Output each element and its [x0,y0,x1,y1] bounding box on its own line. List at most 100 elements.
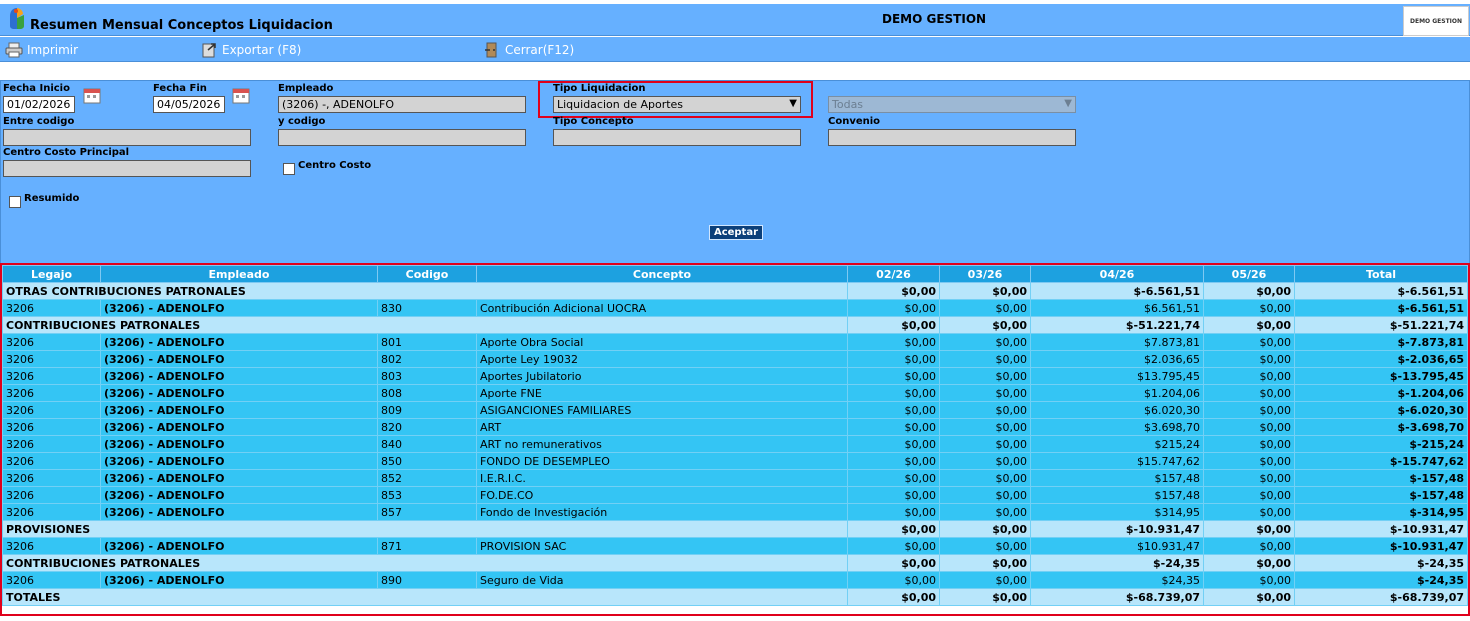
column-header[interactable]: Total [1294,265,1468,283]
total-cell: $-215,24 [1294,435,1468,453]
month-cell: $0,00 [1203,401,1295,419]
convenio-input[interactable] [828,129,1076,146]
table-row[interactable]: 3206 (3206) - ADENOLFO 852 I.E.R.I.C. $0,00 $… [2,469,1468,487]
codigo-cell: 890 [377,571,477,589]
legajo-cell: 3206 [2,384,101,402]
concepto-cell: Aportes Jubilatorio [476,367,848,385]
table-row[interactable]: 3206 (3206) - ADENOLFO 820 ART $0,00 $0,00 $3.… [2,418,1468,436]
fecha-inicio-input[interactable] [3,96,75,113]
codigo-cell: 871 [377,537,477,555]
empleado-cell: (3206) - ADENOLFO [100,571,378,589]
table-row[interactable]: 3206 (3206) - ADENOLFO 809 ASIGANCIONES FAM… [2,401,1468,419]
month-cell: $0,00 [939,367,1031,385]
column-header[interactable]: Concepto [476,265,848,283]
total-cell: $-51.221,74 [1294,316,1468,334]
group-row[interactable]: PROVISIONES $0,00 $0,00 $-10.931,47 $0,00 $-1… [2,520,1468,538]
group-label-cell: CONTRIBUCIONES PATRONALES [2,554,848,572]
total-cell: $-24,35 [1294,571,1468,589]
month-cell: $0,00 [1203,333,1295,351]
table-row[interactable]: 3206 (3206) - ADENOLFO 853 FO.DE.CO $0,00 $0,… [2,486,1468,504]
month-cell: $0,00 [939,571,1031,589]
month-cell: $-51.221,74 [1030,316,1204,334]
close-button[interactable]: Cerrar(F12) [483,40,574,60]
month-cell: $1.204,06 [1030,384,1204,402]
month-cell: $0,00 [847,282,940,300]
month-cell: $0,00 [939,537,1031,555]
table-row[interactable]: 3206 (3206) - ADENOLFO 801 Aporte Obra Soci… [2,333,1468,351]
table-row[interactable]: 3206 (3206) - ADENOLFO 803 Aportes Jubilato… [2,367,1468,385]
group-row[interactable]: CONTRIBUCIONES PATRONALES $0,00 $0,00 $-51.… [2,316,1468,334]
month-cell: $0,00 [847,554,940,572]
month-cell: $0,00 [847,520,940,538]
total-cell: $-2.036,65 [1294,350,1468,368]
centro-costo-checkbox[interactable] [283,163,295,175]
group-row[interactable]: OTRAS CONTRIBUCIONES PATRONALES $0,00 $0,0… [2,282,1468,300]
todas-select: Todas ▼ [828,96,1076,113]
y-codigo-input[interactable] [278,129,526,146]
column-header[interactable]: 04/26 [1030,265,1204,283]
brand-logo: DEMO GESTION [1403,6,1469,36]
table-row[interactable]: 3206 (3206) - ADENOLFO 830 Contribución Adi… [2,299,1468,317]
codigo-cell: 802 [377,350,477,368]
table-row[interactable]: 3206 (3206) - ADENOLFO 871 PROVISION SAC $0,… [2,537,1468,555]
group-label-cell: PROVISIONES [2,520,848,538]
column-header[interactable]: 03/26 [939,265,1031,283]
totals-row[interactable]: TOTALES $0,00 $0,00 $-68.739,07 $0,00 $-68.73… [2,588,1468,606]
window-title: Resumen Mensual Conceptos Liquidacion [30,18,333,33]
month-cell: $0,00 [939,588,1031,606]
column-header[interactable]: 02/26 [847,265,940,283]
print-button[interactable]: Imprimir [5,40,78,60]
total-cell: $-6.561,51 [1294,282,1468,300]
total-cell: $-10.931,47 [1294,520,1468,538]
legajo-cell: 3206 [2,299,101,317]
calendar-icon[interactable] [230,85,252,105]
column-header[interactable]: 05/26 [1203,265,1295,283]
fecha-fin-input[interactable] [153,96,225,113]
empleado-cell: (3206) - ADENOLFO [100,401,378,419]
empleado-input[interactable] [278,96,526,113]
toolbar: Imprimir Exportar (F8) Cerrar(F12) [0,37,1470,62]
month-cell: $7.873,81 [1030,333,1204,351]
total-cell: $-7.873,81 [1294,333,1468,351]
column-header[interactable]: Empleado [100,265,378,283]
column-header[interactable]: Codigo [377,265,477,283]
codigo-cell: 808 [377,384,477,402]
month-cell: $0,00 [939,316,1031,334]
empleado-cell: (3206) - ADENOLFO [100,435,378,453]
codigo-cell: 820 [377,418,477,436]
concepto-cell: Fondo de Investigación [476,503,848,521]
tipo-concepto-input[interactable] [553,129,801,146]
calendar-icon[interactable] [81,85,103,105]
month-cell: $215,24 [1030,435,1204,453]
close-label: Cerrar(F12) [505,43,575,57]
centro-costo-principal-input[interactable] [3,160,251,177]
month-cell: $0,00 [939,333,1031,351]
table-row[interactable]: 3206 (3206) - ADENOLFO 840 ART no remunerat… [2,435,1468,453]
entre-codigo-input[interactable] [3,129,251,146]
table-row[interactable]: 3206 (3206) - ADENOLFO 857 Fondo de Investi… [2,503,1468,521]
empleado-cell: (3206) - ADENOLFO [100,452,378,470]
resumido-checkbox[interactable] [9,196,21,208]
month-cell: $0,00 [847,299,940,317]
table-row[interactable]: 3206 (3206) - ADENOLFO 802 Aporte Ley 19032… [2,350,1468,368]
month-cell: $-6.561,51 [1030,282,1204,300]
concepto-cell: ASIGANCIONES FAMILIARES [476,401,848,419]
table-row[interactable]: 3206 (3206) - ADENOLFO 890 Seguro de Vida $0… [2,571,1468,589]
accept-button[interactable]: Aceptar [709,225,763,240]
month-cell: $0,00 [939,418,1031,436]
month-cell: $0,00 [1203,503,1295,521]
export-button[interactable]: Exportar (F8) [200,40,301,60]
column-header[interactable]: Legajo [2,265,101,283]
convenio-label: Convenio [828,116,881,127]
month-cell: $0,00 [847,435,940,453]
total-cell: $-24,35 [1294,554,1468,572]
concepto-cell: Aporte Ley 19032 [476,350,848,368]
month-cell: $0,00 [847,367,940,385]
table-row[interactable]: 3206 (3206) - ADENOLFO 850 FONDO DE DESEMPL… [2,452,1468,470]
table-row[interactable]: 3206 (3206) - ADENOLFO 808 Aporte FNE $0,00 $… [2,384,1468,402]
total-cell: $-157,48 [1294,469,1468,487]
month-cell: $0,00 [847,418,940,436]
month-cell: $0,00 [1203,367,1295,385]
month-cell: $0,00 [1203,469,1295,487]
group-row[interactable]: CONTRIBUCIONES PATRONALES $0,00 $0,00 $-24,… [2,554,1468,572]
